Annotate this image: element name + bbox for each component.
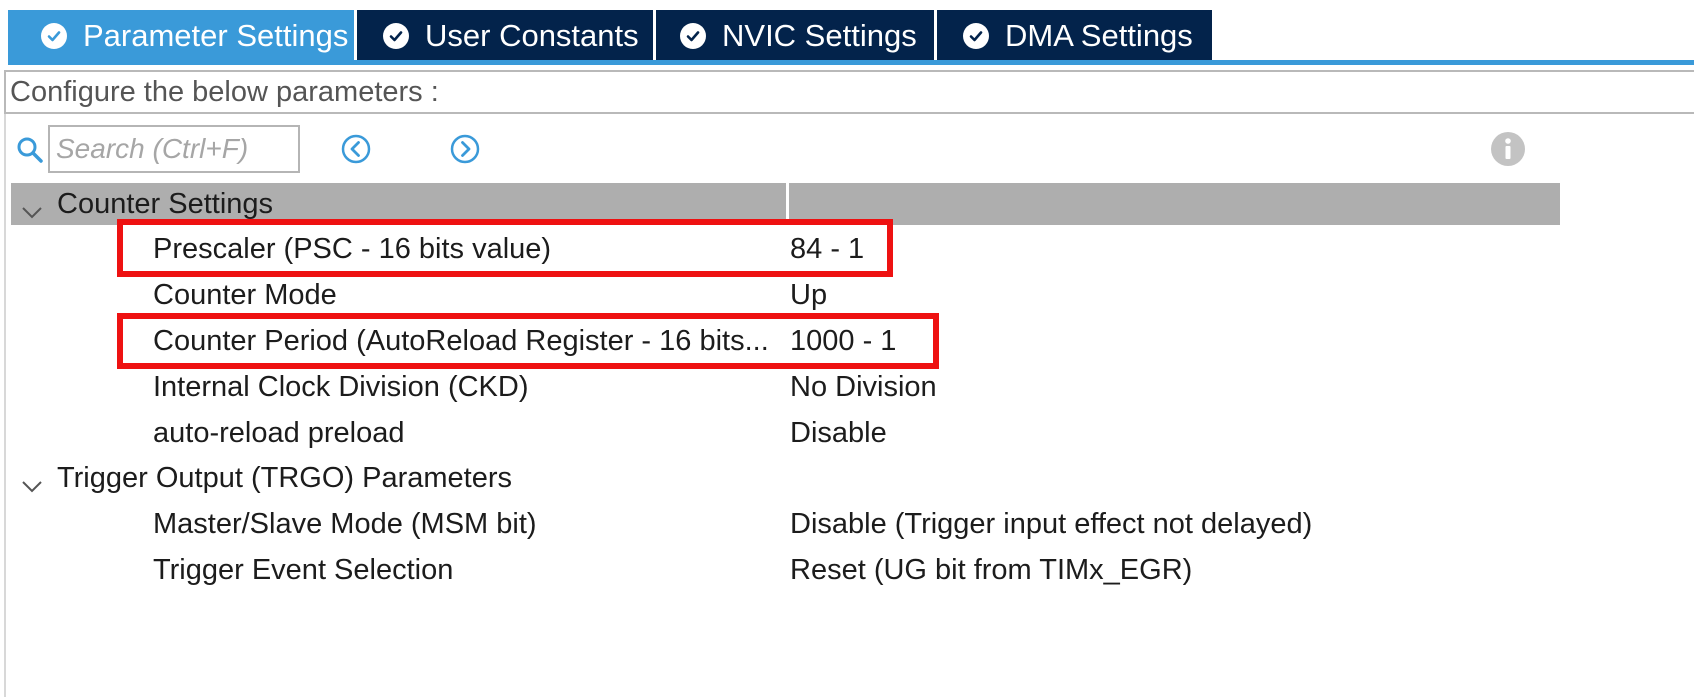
check-circle-icon [383, 23, 409, 49]
param-value[interactable]: Reset (UG bit from TIMx_EGR) [790, 554, 1192, 587]
tab-user-constants[interactable]: User Constants [357, 10, 653, 62]
tab-label: NVIC Settings [722, 18, 917, 53]
highlight-box-counter-period [117, 313, 939, 369]
tab-nvic-settings[interactable]: NVIC Settings [656, 10, 934, 62]
param-value[interactable]: Disable (Trigger input effect not delaye… [790, 508, 1312, 541]
tab-dma-settings[interactable]: DMA Settings [937, 10, 1212, 62]
search-icon[interactable] [16, 136, 44, 169]
section-header-trigger-output[interactable]: Trigger Output (TRGO) Parameters [11, 457, 1560, 499]
section-label: Trigger Output (TRGO) Parameters [57, 461, 512, 494]
tab-bar: Parameter Settings User Constants NVIC S… [0, 0, 1694, 70]
tab-parameter-settings[interactable]: Parameter Settings [8, 10, 354, 62]
chevron-left-circle-icon[interactable] [340, 133, 372, 170]
tab-underline [8, 60, 1694, 65]
highlight-box-prescaler [117, 219, 893, 277]
check-circle-icon [963, 23, 989, 49]
param-value[interactable]: Disable [790, 417, 887, 450]
param-name: auto-reload preload [153, 417, 405, 449]
section-label: Counter Settings [57, 187, 274, 220]
tab-label: DMA Settings [1005, 18, 1193, 53]
chevron-down-icon[interactable] [21, 195, 43, 228]
param-row-clock-division[interactable]: Internal Clock Division (CKD) No Divisio… [0, 365, 1560, 409]
search-input[interactable] [48, 125, 300, 173]
info-icon[interactable] [1490, 131, 1526, 172]
tab-label: Parameter Settings [83, 18, 349, 53]
check-circle-icon [41, 23, 67, 49]
param-name: Internal Clock Division (CKD) [153, 371, 529, 403]
param-name: Trigger Event Selection [153, 554, 454, 586]
chevron-down-icon[interactable] [21, 469, 43, 502]
param-name: Master/Slave Mode (MSM bit) [153, 508, 537, 540]
param-row-trigger-event-selection[interactable]: Trigger Event Selection Reset (UG bit fr… [0, 548, 1560, 592]
param-row-auto-reload-preload[interactable]: auto-reload preload Disable [0, 411, 1560, 455]
configure-label: Configure the below parameters : [4, 70, 1694, 114]
param-row-master-slave-mode[interactable]: Master/Slave Mode (MSM bit) Disable (Tri… [0, 502, 1560, 546]
param-name: Counter Mode [153, 279, 337, 311]
param-value[interactable]: No Division [790, 371, 937, 404]
param-value[interactable]: Up [790, 279, 827, 312]
tab-label: User Constants [425, 18, 639, 53]
chevron-right-circle-icon[interactable] [449, 133, 481, 170]
check-circle-icon [680, 23, 706, 49]
param-row-counter-mode[interactable]: Counter Mode Up [0, 273, 1560, 317]
